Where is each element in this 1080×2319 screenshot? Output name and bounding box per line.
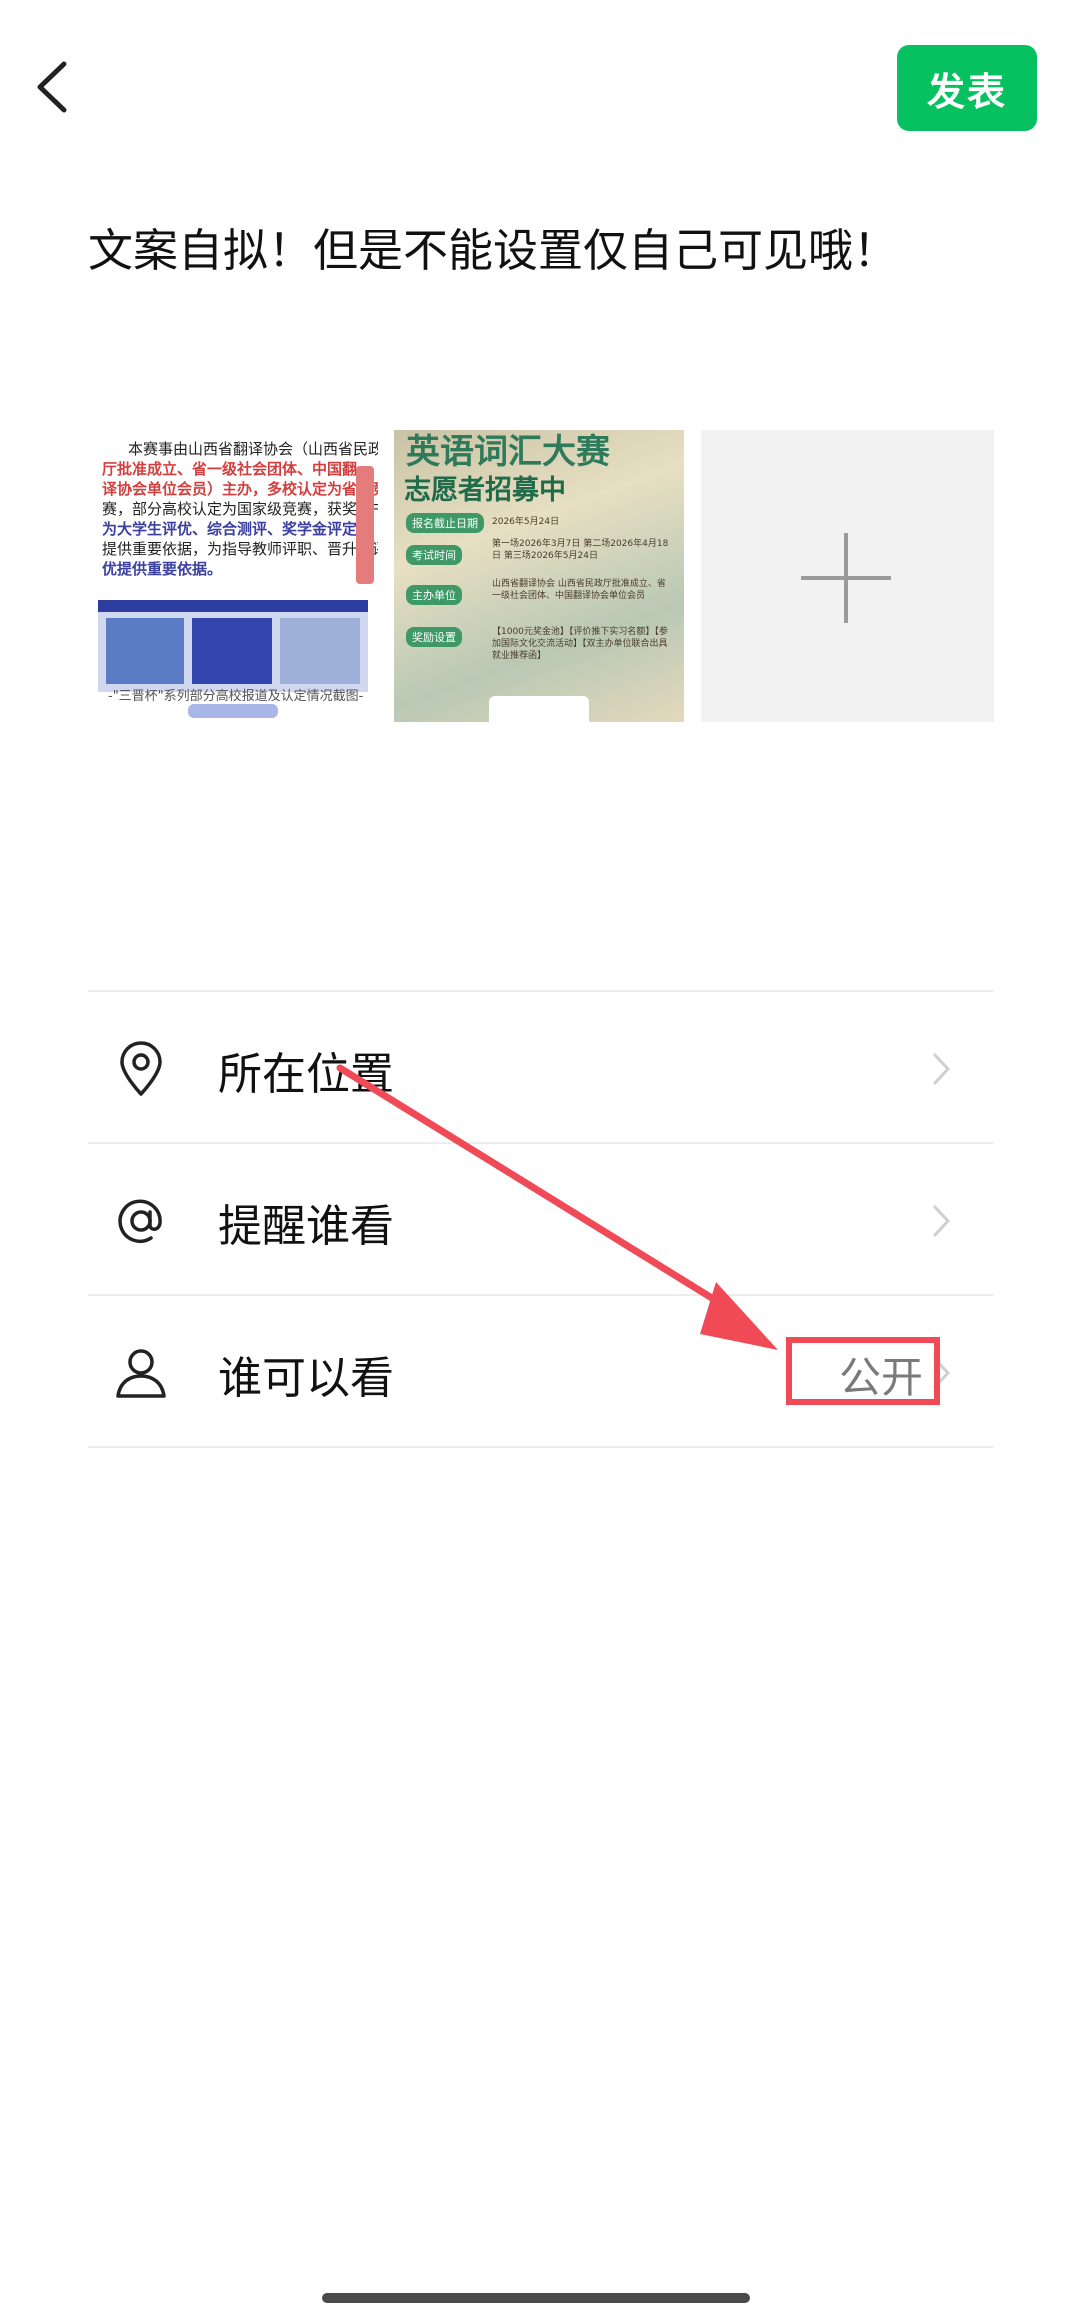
thumb2-title: 志愿者招募中: [404, 475, 566, 506]
option-label: 提醒谁看: [218, 1201, 394, 1252]
thumb2-bottom-block: [489, 696, 589, 722]
plus-icon: [801, 533, 891, 623]
thumb2-row-organizer: 主办单位: [406, 584, 462, 605]
thumb2-headline: 英语词汇大赛: [406, 432, 610, 472]
thumb1-line-6: 提供重要依据，为指导教师评职、晋升和评: [102, 540, 378, 558]
thumb2-pill: 考试时间: [406, 545, 462, 565]
thumb1-line-4: 赛，部分高校认定为国家级竞赛，获奖证书将: [102, 500, 378, 518]
photo-thumbnail-1[interactable]: 本赛事由山西省翻译协会（山西省民政 厅批准成立、省一级社会团体、中国翻 译协会单…: [88, 430, 378, 722]
photo-grid: 本赛事由山西省翻译协会（山西省民政 厅批准成立、省一级社会团体、中国翻 译协会单…: [88, 430, 994, 722]
back-button[interactable]: [30, 58, 74, 116]
option-label: 所在位置: [218, 1049, 394, 1100]
location-pin-icon: [112, 1040, 170, 1098]
thumb2-value: 山西省翻译协会 山西省民政厅批准成立、省一级社会团体、中国翻译协会单位会员: [492, 579, 666, 601]
option-label: 谁可以看: [218, 1353, 394, 1404]
thumb1-bottom-tag: [188, 704, 278, 718]
annotation-highlight-box: [786, 1337, 940, 1405]
divider: [88, 1446, 993, 1448]
option-location[interactable]: 所在位置: [88, 992, 993, 1142]
thumb1-line-7: 优提供重要依据。: [102, 560, 223, 578]
chevron-left-icon: [37, 61, 67, 113]
option-mention[interactable]: 提醒谁看: [88, 1144, 993, 1294]
post-caption-input[interactable]: 文案自拟！但是不能设置仅自己可见哦！: [88, 214, 898, 279]
thumb2-value: 第一场2026年3月7日 第二场2026年4月18日 第三场2026年5月24日: [492, 539, 669, 561]
person-icon: [112, 1344, 170, 1402]
thumb1-screenshot-collage: [98, 600, 368, 692]
thumb1-side-tag: [356, 466, 374, 584]
thumb2-row-exam: 考试时间: [406, 544, 462, 565]
thumb1-line-5: 为大学生评优、综合测评、奖学金评定等: [102, 520, 373, 538]
thumb2-value: 2026年5月24日: [492, 517, 560, 527]
thumb1-caption: -"三晋杯"系列部分高校报道及认定情况截图-: [108, 689, 364, 704]
home-indicator: [322, 2293, 750, 2303]
chevron-right-icon: [930, 1050, 952, 1088]
thumb2-pill: 主办单位: [406, 585, 462, 605]
thumb2-row-deadline: 报名截止日期: [406, 512, 484, 533]
thumb2-value: 【1000元奖金池】【评价推下实习名额】【参加国际文化交流活动】【双主办单位联合…: [492, 627, 668, 661]
publish-button[interactable]: 发表: [897, 45, 1037, 131]
add-photo-button[interactable]: [701, 430, 994, 722]
photo-thumbnail-2[interactable]: 英语词汇大赛 志愿者招募中 报名截止日期 2026年5月24日 考试时间 第一场…: [394, 430, 684, 722]
chevron-right-icon: [930, 1202, 952, 1240]
thumb1-line-3: 译协会单位会员）主办，多校认定为省级竞: [102, 480, 378, 498]
thumb2-row-awards: 奖励设置: [406, 626, 462, 647]
thumb1-line-1: 本赛事由山西省翻译协会（山西省民政: [128, 440, 378, 458]
thumb1-line-2: 厅批准成立、省一级社会团体、中国翻: [102, 460, 358, 478]
top-bar: 发表: [0, 0, 1080, 170]
thumb2-pill: 报名截止日期: [406, 513, 484, 533]
at-sign-icon: [112, 1192, 170, 1250]
thumb2-pill: 奖励设置: [406, 627, 462, 647]
